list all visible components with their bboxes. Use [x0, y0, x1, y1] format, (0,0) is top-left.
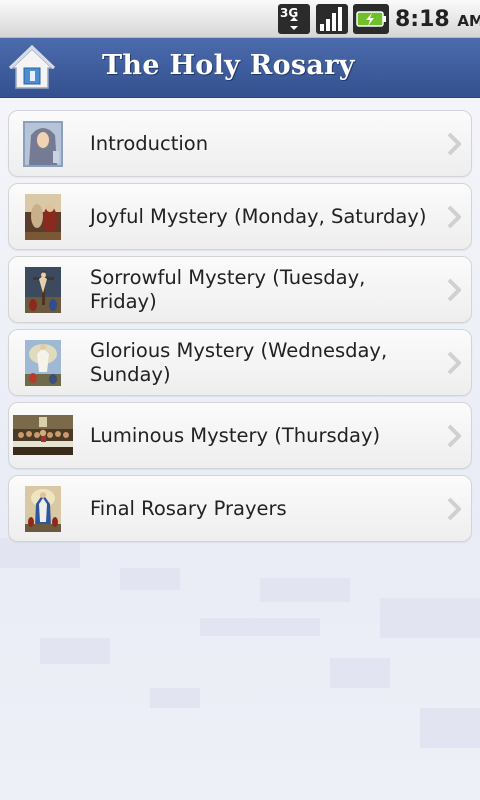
status-bar: 3G 8:18 AM	[0, 0, 480, 38]
battery-charging-icon	[353, 4, 389, 34]
menu-item-label: Luminous Mystery (Thursday)	[90, 423, 381, 447]
chevron-right-icon	[447, 497, 461, 521]
mystery-menu-list: Introduction Joyful Mystery (Monday, Sat…	[8, 110, 472, 548]
3g-data-icon: 3G	[278, 4, 310, 34]
menu-item-joyful-mystery[interactable]: Joyful Mystery (Monday, Saturday)	[8, 183, 472, 250]
crucifixion-painting-icon	[25, 267, 61, 313]
chevron-right-icon	[447, 351, 461, 375]
menu-item-introduction[interactable]: Introduction	[8, 110, 472, 177]
chevron-right-icon	[447, 424, 461, 448]
home-icon[interactable]	[8, 44, 56, 92]
clock-time: 8:18	[395, 7, 450, 32]
menu-item-label: Sorrowful Mystery (Tuesday, Friday)	[90, 265, 366, 313]
menu-item-label: Introduction	[90, 131, 209, 155]
chevron-right-icon	[447, 132, 461, 156]
menu-item-label: Joyful Mystery (Monday, Saturday)	[90, 204, 427, 228]
menu-item-sorrowful-mystery[interactable]: Sorrowful Mystery (Tuesday, Friday)	[8, 256, 472, 323]
annunciation-painting-icon	[25, 194, 61, 240]
clock-ampm: AM	[457, 12, 480, 30]
menu-item-luminous-mystery[interactable]: Luminous Mystery (Thursday)	[8, 402, 472, 469]
last-supper-painting-icon	[13, 415, 73, 455]
menu-item-final-rosary-prayers[interactable]: Final Rosary Prayers	[8, 475, 472, 542]
signal-bars-icon	[316, 4, 348, 34]
menu-item-label: Glorious Mystery (Wednesday, Sunday)	[90, 338, 388, 386]
chevron-right-icon	[447, 278, 461, 302]
clock: 8:18 AM	[395, 6, 480, 34]
resurrection-painting-icon	[25, 340, 61, 386]
page-title: The Holy Rosary	[102, 50, 355, 81]
chevron-right-icon	[447, 205, 461, 229]
app-header: The Holy Rosary	[0, 38, 480, 98]
mary-statue-painting-icon	[25, 486, 61, 532]
madonna-portrait-icon	[23, 121, 63, 167]
menu-item-label: Final Rosary Prayers	[90, 496, 287, 520]
menu-item-glorious-mystery[interactable]: Glorious Mystery (Wednesday, Sunday)	[8, 329, 472, 396]
svg-text:3G: 3G	[280, 6, 298, 20]
